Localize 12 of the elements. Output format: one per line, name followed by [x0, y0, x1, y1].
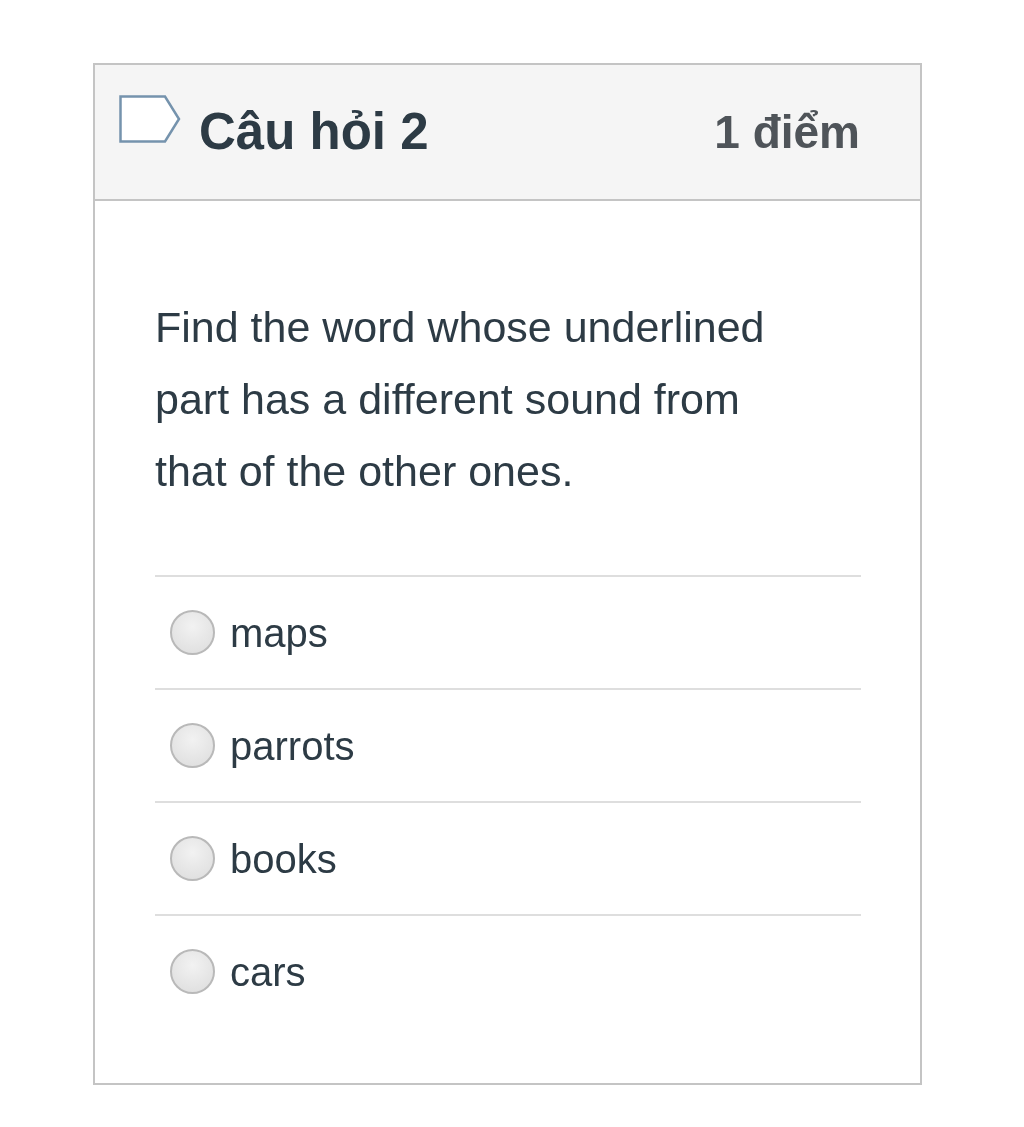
option-label[interactable]: cars [230, 941, 306, 1002]
radio-button[interactable] [170, 836, 215, 881]
option-label[interactable]: books [230, 828, 337, 889]
points-label: 1 điểm [714, 104, 860, 160]
option-label[interactable]: maps [230, 602, 328, 663]
flag-icon[interactable] [119, 95, 181, 143]
radio-button[interactable] [170, 610, 215, 655]
radio-button[interactable] [170, 723, 215, 768]
question-title: Câu hỏi 2 [199, 101, 429, 162]
radio-button[interactable] [170, 949, 215, 994]
question-text: Find the word whose underlined part has a different sound from that of the other ones. [155, 302, 766, 497]
option-label[interactable]: parrots [230, 715, 355, 776]
